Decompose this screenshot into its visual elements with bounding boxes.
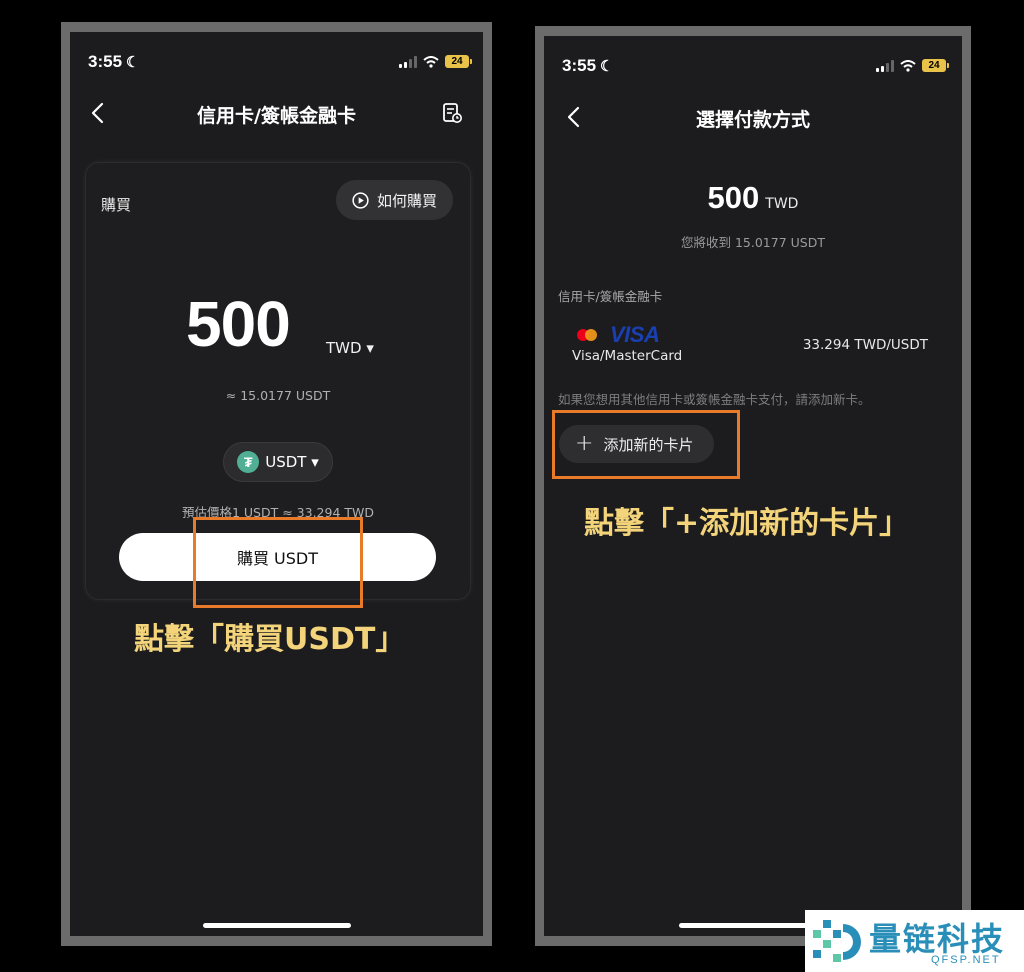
approx-crypto-amount: ≈ 15.0177 USDT	[225, 388, 331, 403]
status-bar-icons: 24	[399, 55, 472, 68]
receive-amount: 您將收到 15.0177 USDT	[681, 235, 825, 250]
logo-mark-icon	[813, 920, 861, 962]
play-icon	[352, 191, 369, 209]
how-to-buy-button[interactable]: 如何購買	[335, 180, 453, 220]
page-title: 信用卡/簽帳金融卡	[197, 105, 356, 127]
payment-method-name[interactable]: Visa/MasterCard	[572, 348, 682, 364]
add-card-hint: 如果您想用其他信用卡或簽帳金融卡支付，請添加新卡。	[558, 392, 871, 407]
coin-select[interactable]: ₮ USDT ▾	[223, 442, 333, 482]
caption-right: 點擊「+添加新的卡片」	[584, 506, 910, 541]
status-time: 3:55 ☾	[88, 52, 140, 71]
amount-input[interactable]: 500	[186, 287, 291, 361]
caption-left: 點擊「購買USDT」	[134, 622, 406, 657]
order-history-icon[interactable]	[441, 102, 463, 124]
screen-buy-crypto: 3:55 ☾ 24 信用卡/簽帳金融卡 購買 如何購買 500 TWD ▾ ≈ 1…	[70, 32, 483, 936]
moon-icon: ☾	[600, 58, 614, 75]
highlight-box-buy	[193, 517, 363, 608]
watermark-logo: 量链科技 QFSP.NET	[805, 910, 1024, 972]
status-bar-icons: 24	[876, 59, 949, 72]
home-indicator	[202, 923, 351, 928]
mastercard-icon	[577, 329, 597, 341]
highlight-box-add-card	[552, 410, 740, 479]
coin-label: USDT ▾	[265, 453, 319, 471]
signal-icon	[876, 59, 894, 72]
currency-select[interactable]: TWD ▾	[326, 339, 374, 357]
moon-icon: ☾	[126, 54, 140, 71]
status-time: 3:55 ☾	[562, 56, 614, 75]
battery-icon: 24	[445, 55, 472, 68]
battery-icon: 24	[922, 59, 949, 72]
payment-amount: 500 TWD	[544, 180, 962, 216]
wifi-icon	[423, 55, 439, 68]
how-to-buy-label: 如何購買	[376, 191, 437, 210]
wifi-icon	[900, 59, 916, 72]
signal-icon	[399, 55, 417, 68]
amount-value: 500	[707, 180, 760, 215]
screen-payment-method: 3:55 ☾ 24 選擇付款方式 500 TWD 您將收到 15.0177 USDT…	[544, 36, 962, 936]
visa-logo: VISA	[610, 322, 660, 347]
page-title: 選擇付款方式	[695, 109, 810, 131]
amount-currency: TWD	[765, 196, 799, 212]
buy-label: 購買	[101, 196, 132, 214]
payment-method-rate: 33.294 TWD/USDT	[802, 337, 928, 353]
section-title: 信用卡/簽帳金融卡	[558, 289, 663, 304]
usdt-icon: ₮	[237, 451, 260, 473]
watermark-site: QFSP.NET	[931, 954, 1001, 966]
